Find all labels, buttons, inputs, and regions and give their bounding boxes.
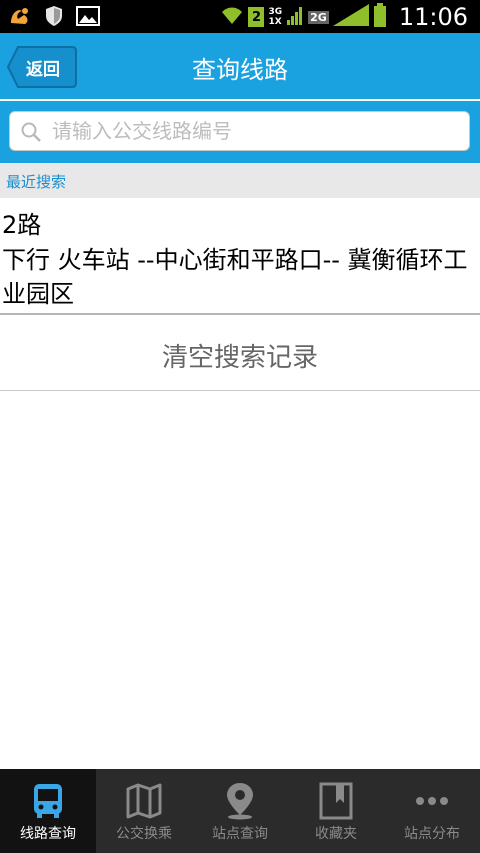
tab-station-query-label: 站点查询 [212, 826, 268, 842]
tab-transfer-label: 公交换乘 [116, 826, 172, 842]
notification-icons [8, 5, 100, 27]
bookmark-icon [319, 782, 353, 820]
search-input[interactable] [52, 112, 462, 150]
page-title: 查询线路 [192, 56, 288, 84]
clock: 11:06 [398, 3, 468, 31]
route-description: 下行 火车站 --中心街和平路口-- 冀衡循环工业园区 [2, 246, 468, 308]
system-indicators: 2 3G 1X 2G 11:06 [220, 3, 468, 31]
recent-search-header: 最近搜索 [0, 163, 480, 198]
map-icon [126, 783, 162, 819]
tab-station-query[interactable]: 站点查询 [192, 769, 288, 853]
bottom-navigation: 线路查询 公交换乘 站点查询 收藏夹 站点分布 [0, 769, 480, 853]
browser-app-icon [8, 5, 32, 27]
tab-route-query[interactable]: 线路查询 [0, 769, 96, 853]
recent-search-item[interactable]: 2路 下行 火车站 --中心街和平路口-- 冀衡循环工业园区 [0, 198, 480, 315]
more-dots-icon [416, 797, 448, 805]
tab-transfer[interactable]: 公交换乘 [96, 769, 192, 853]
sim-slot-badge: 2 [248, 7, 265, 27]
signal-strength-icon-2 [332, 4, 369, 30]
header-bar: 返回 查询线路 [0, 33, 480, 99]
tab-favorites[interactable]: 收藏夹 [288, 769, 384, 853]
location-pin-icon [227, 783, 253, 820]
shield-icon [42, 5, 66, 27]
tab-station-distribution[interactable]: 站点分布 [384, 769, 480, 853]
search-bar [0, 99, 480, 163]
clear-history-button[interactable]: 清空搜索记录 [0, 317, 480, 391]
wifi-icon [220, 4, 244, 30]
tab-route-query-label: 线路查询 [20, 826, 76, 842]
image-icon [76, 5, 100, 27]
tab-station-distribution-label: 站点分布 [404, 826, 460, 842]
search-box[interactable] [9, 111, 470, 151]
signal-strength-icon-1 [286, 4, 304, 30]
tab-favorites-label: 收藏夹 [315, 826, 357, 842]
recent-search-label: 最近搜索 [6, 173, 67, 191]
network-type-1: 3G 1X [268, 7, 283, 27]
search-icon [20, 121, 42, 147]
bus-icon [34, 784, 62, 818]
network-type-2: 2G [308, 10, 329, 24]
route-name: 2路 [2, 211, 42, 239]
battery-icon [373, 3, 387, 31]
status-bar: 2 3G 1X 2G 11:06 [0, 0, 480, 33]
clear-history-label: 清空搜索记录 [161, 343, 318, 373]
